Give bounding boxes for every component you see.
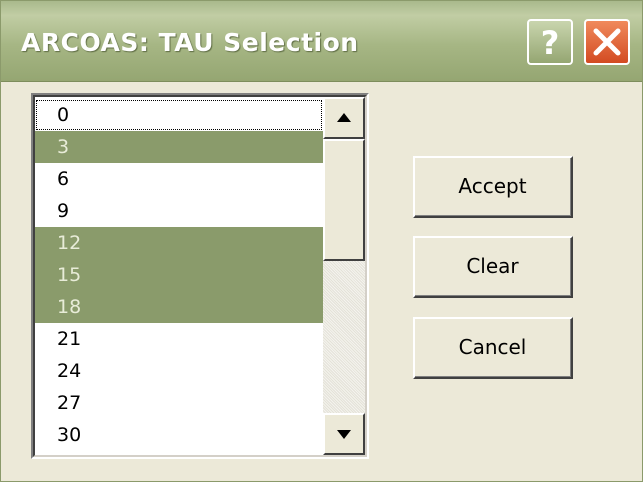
list-item[interactable]: 9 xyxy=(35,195,323,227)
list-item[interactable]: 12 xyxy=(35,227,323,259)
cancel-button[interactable]: Cancel xyxy=(413,317,573,379)
list-item[interactable]: 30 xyxy=(35,419,323,451)
list-item[interactable]: 18 xyxy=(35,291,323,323)
list-item[interactable]: 24 xyxy=(35,355,323,387)
vertical-scrollbar[interactable] xyxy=(323,97,365,455)
title-bar[interactable]: ARCOAS: TAU Selection ? xyxy=(1,1,642,82)
list-items: 0 3 6 9 12 15 18 21 24 27 30 xyxy=(35,99,323,451)
clear-button[interactable]: Clear xyxy=(413,236,573,298)
close-icon xyxy=(593,28,621,56)
svg-text:?: ? xyxy=(541,24,560,62)
arrow-up-icon xyxy=(337,113,351,122)
list-item[interactable]: 6 xyxy=(35,163,323,195)
accept-button[interactable]: Accept xyxy=(413,156,573,218)
dialog-window: ARCOAS: TAU Selection ? 0 3 6 9 12 15 18 21 24 27… xyxy=(0,0,643,482)
help-button[interactable]: ? xyxy=(527,19,573,65)
list-item[interactable]: 21 xyxy=(35,323,323,355)
scroll-thumb[interactable] xyxy=(323,139,365,261)
tau-listbox[interactable]: 0 3 6 9 12 15 18 21 24 27 30 xyxy=(31,93,369,459)
list-item[interactable]: 3 xyxy=(35,131,323,163)
list-item[interactable]: 15 xyxy=(35,259,323,291)
help-icon: ? xyxy=(541,24,560,62)
scroll-up-button[interactable] xyxy=(323,97,365,139)
list-item[interactable]: 0 xyxy=(35,99,323,131)
window-title: ARCOAS: TAU Selection xyxy=(21,28,359,57)
arrow-down-icon xyxy=(337,430,351,439)
close-button[interactable] xyxy=(584,19,630,65)
list-item[interactable]: 27 xyxy=(35,387,323,419)
scroll-down-button[interactable] xyxy=(323,413,365,455)
